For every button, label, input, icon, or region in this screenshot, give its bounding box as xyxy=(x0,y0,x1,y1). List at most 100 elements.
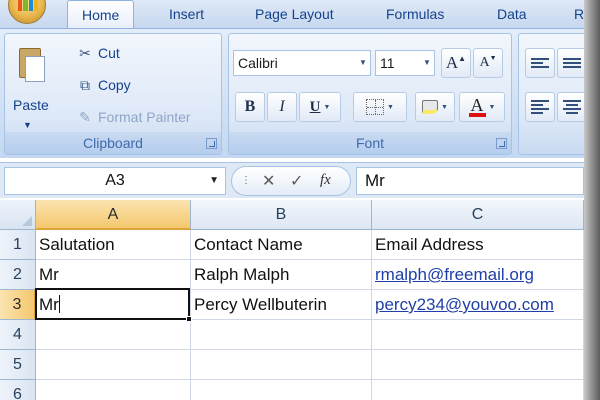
grow-font-button[interactable]: A ▲ xyxy=(441,48,471,78)
copy-label: Copy xyxy=(98,77,131,93)
splitter-dots-icon[interactable]: ⋮ xyxy=(241,175,251,186)
enter-icon[interactable]: ✓ xyxy=(290,171,303,191)
font-group: Calibri ▼ 11 ▼ A ▲ A ▼ B I U ▼ ▼ ▼ A ▼ F… xyxy=(228,33,512,155)
center-button[interactable] xyxy=(557,92,587,122)
borders-button[interactable]: ▼ xyxy=(353,92,407,122)
paintbrush-icon: ✎ xyxy=(79,108,91,125)
cell-b4[interactable] xyxy=(191,320,372,350)
font-color-icon: A xyxy=(468,94,486,117)
font-color-button[interactable]: A ▼ xyxy=(459,92,505,122)
cell-b2[interactable]: Ralph Malph xyxy=(191,260,372,290)
cell-c4[interactable] xyxy=(372,320,584,350)
select-all-button[interactable] xyxy=(0,200,36,230)
copy-icon: ⧉ xyxy=(80,76,90,93)
align-left-button[interactable] xyxy=(525,92,555,122)
fill-handle[interactable] xyxy=(186,316,192,322)
font-size-value: 11 xyxy=(380,55,395,71)
format-painter-button[interactable]: ✎ Format Painter xyxy=(77,106,191,128)
cell-a1[interactable]: Salutation xyxy=(36,230,191,260)
paste-dropdown-icon[interactable]: ▼ xyxy=(23,120,32,130)
paste-icon[interactable] xyxy=(15,46,45,84)
name-box-value: A3 xyxy=(105,172,125,189)
ribbon-tab-bar: Home Insert Page Layout Formulas Data R xyxy=(0,0,584,29)
cell-a2[interactable]: Mr xyxy=(36,260,191,290)
align-left-icon xyxy=(531,100,549,114)
worksheet-grid: A B C 1 2 3 4 5 6 Salutation Contact Nam… xyxy=(0,200,584,400)
paste-button[interactable]: Paste xyxy=(13,97,49,113)
font-group-label: Font xyxy=(229,132,511,154)
cell-a5[interactable] xyxy=(36,350,191,380)
font-size-combo[interactable]: 11 ▼ xyxy=(375,50,435,76)
middle-align-icon xyxy=(563,58,581,68)
insert-function-icon[interactable]: fx xyxy=(320,172,331,189)
cell-c6[interactable] xyxy=(372,380,584,400)
shrink-font-icon: A xyxy=(479,55,490,70)
formula-bar: A3 ▼ ⋮ ✕ ✓ fx Mr xyxy=(0,162,584,198)
grow-font-icon: A xyxy=(445,53,459,72)
italic-icon: I xyxy=(279,98,285,115)
column-header-b[interactable]: B xyxy=(191,200,372,230)
paint-bucket-icon xyxy=(422,100,439,114)
window-edge xyxy=(584,0,600,400)
center-icon xyxy=(563,100,581,114)
clipboard-dialog-launcher-icon[interactable] xyxy=(206,138,217,149)
tab-data[interactable]: Data xyxy=(497,5,527,28)
shrink-font-button[interactable]: A ▼ xyxy=(473,48,503,78)
chevron-down-icon: ▼ xyxy=(359,58,367,67)
column-header-c[interactable]: C xyxy=(372,200,584,230)
name-box[interactable]: A3 ▼ xyxy=(4,167,226,195)
cell-a4[interactable] xyxy=(36,320,191,350)
row-header-3[interactable]: 3 xyxy=(0,290,36,320)
cell-b1[interactable]: Contact Name xyxy=(191,230,372,260)
font-name-value: Calibri xyxy=(238,55,278,71)
format-painter-label: Format Painter xyxy=(98,109,191,125)
fill-color-button[interactable]: ▼ xyxy=(415,92,455,122)
active-cell-border xyxy=(35,288,190,320)
middle-align-button[interactable] xyxy=(557,48,587,78)
bold-icon: B xyxy=(244,98,256,115)
row-header-1[interactable]: 1 xyxy=(0,230,36,260)
cell-c1[interactable]: Email Address xyxy=(372,230,584,260)
tab-formulas[interactable]: Formulas xyxy=(386,5,444,28)
cell-c5[interactable] xyxy=(372,350,584,380)
office-button[interactable] xyxy=(8,0,46,24)
font-name-combo[interactable]: Calibri ▼ xyxy=(233,50,371,76)
email-link[interactable]: rmalph@freemail.org xyxy=(375,265,534,284)
tab-page-layout[interactable]: Page Layout xyxy=(255,5,334,28)
chevron-down-icon[interactable]: ▼ xyxy=(209,168,219,194)
tab-insert[interactable]: Insert xyxy=(169,5,204,28)
cell-c2[interactable]: rmalph@freemail.org xyxy=(372,260,584,290)
row-header-2[interactable]: 2 xyxy=(0,260,36,290)
formula-input[interactable]: Mr xyxy=(356,167,584,195)
cut-label: Cut xyxy=(98,45,120,61)
underline-icon: U xyxy=(309,98,321,115)
row-header-4[interactable]: 4 xyxy=(0,320,36,350)
tab-review[interactable]: R xyxy=(574,5,584,28)
row-header-6[interactable]: 6 xyxy=(0,380,36,400)
cell-b5[interactable] xyxy=(191,350,372,380)
office-logo-icon xyxy=(18,0,38,11)
font-dialog-launcher-icon[interactable] xyxy=(496,138,507,149)
column-header-a[interactable]: A xyxy=(36,200,191,230)
top-align-icon xyxy=(531,58,549,68)
cancel-icon[interactable]: ✕ xyxy=(262,171,275,191)
copy-button[interactable]: ⧉ Copy xyxy=(77,74,131,96)
italic-button[interactable]: I xyxy=(267,92,297,122)
clipboard-group-label: Clipboard xyxy=(5,132,221,154)
email-link[interactable]: percy234@youvoo.com xyxy=(375,295,554,314)
ribbon: Paste ▼ ✂ Cut ⧉ Copy ✎ Format Painter Cl… xyxy=(0,28,598,158)
top-align-button[interactable] xyxy=(525,48,555,78)
chevron-down-icon: ▼ xyxy=(423,58,431,67)
cell-b6[interactable] xyxy=(191,380,372,400)
underline-button[interactable]: U ▼ xyxy=(299,92,341,122)
tab-home[interactable]: Home xyxy=(67,0,135,29)
cell-b3[interactable]: Percy Wellbuterin xyxy=(191,290,372,320)
cut-button[interactable]: ✂ Cut xyxy=(77,42,120,64)
cell-a6[interactable] xyxy=(36,380,191,400)
bold-button[interactable]: B xyxy=(235,92,265,122)
borders-icon xyxy=(366,99,385,115)
clipboard-group: Paste ▼ ✂ Cut ⧉ Copy ✎ Format Painter Cl… xyxy=(4,33,222,155)
scissors-icon: ✂ xyxy=(79,44,91,61)
cell-c3[interactable]: percy234@youvoo.com xyxy=(372,290,584,320)
row-header-5[interactable]: 5 xyxy=(0,350,36,380)
